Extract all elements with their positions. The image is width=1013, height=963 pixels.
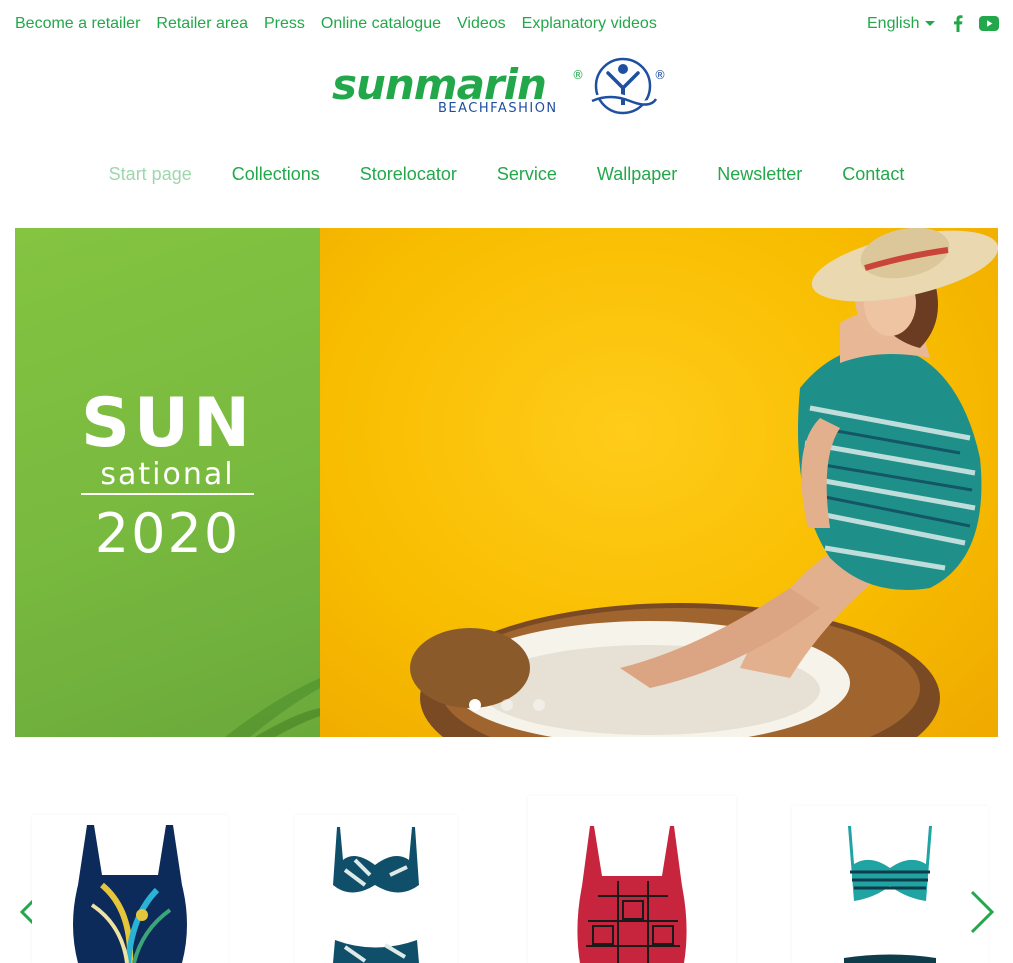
chevron-down-icon xyxy=(925,20,936,26)
nav-newsletter[interactable]: Newsletter xyxy=(717,164,802,184)
product-image xyxy=(844,826,936,963)
hero-photo xyxy=(410,228,998,737)
slider-dot-2[interactable] xyxy=(501,699,513,711)
nav-service[interactable]: Service xyxy=(497,164,557,184)
language-label: English xyxy=(867,15,920,32)
nav-start-page[interactable]: Start page xyxy=(109,164,192,184)
top-link-become-retailer[interactable]: Become a retailer xyxy=(15,15,140,33)
hero-photo-model xyxy=(320,228,998,737)
top-link-videos[interactable]: Videos xyxy=(457,15,506,33)
product-image xyxy=(577,826,687,963)
product-image xyxy=(73,825,187,963)
nav-wallpaper[interactable]: Wallpaper xyxy=(597,164,677,184)
product-card-swimsuit-red[interactable] xyxy=(528,796,736,963)
top-link-explanatory-videos[interactable]: Explanatory videos xyxy=(522,15,657,33)
product-card-bikini-palm[interactable] xyxy=(295,815,457,963)
slider-indicators xyxy=(469,699,545,711)
top-link-online-catalogue[interactable]: Online catalogue xyxy=(321,15,441,33)
main-nav: Start page Collections Storelocator Serv… xyxy=(0,164,1013,184)
logo-registered-mark-2: ® xyxy=(654,68,666,82)
sunmarin-logo[interactable]: sunmarin ® BEACHFASHION ® xyxy=(330,55,670,121)
hero-title-sun: SUN xyxy=(80,384,255,463)
palm-leaf-image xyxy=(225,678,320,737)
nav-collections[interactable]: Collections xyxy=(232,164,320,184)
slider-dot-1[interactable] xyxy=(469,699,481,711)
hero-title-year: 2020 xyxy=(94,502,241,565)
logo-figure-icon xyxy=(591,57,658,115)
top-link-retailer-area[interactable]: Retailer area xyxy=(156,15,248,33)
product-image xyxy=(333,827,419,963)
hero-divider xyxy=(81,493,254,495)
top-bar: Become a retailer Retailer area Press On… xyxy=(0,0,1013,48)
nav-storelocator[interactable]: Storelocator xyxy=(360,164,457,184)
hero-title-sational: sational xyxy=(100,457,235,492)
slider-dot-3[interactable] xyxy=(533,699,545,711)
youtube-icon[interactable] xyxy=(978,14,999,32)
language-dropdown[interactable]: English xyxy=(867,15,936,33)
facebook-icon[interactable] xyxy=(951,14,965,32)
product-card-swimsuit-peacock[interactable] xyxy=(32,815,228,963)
top-links: Become a retailer Retailer area Press On… xyxy=(15,15,657,33)
carousel-next-arrow-icon[interactable] xyxy=(968,890,998,934)
hero-green-panel: SUN sational 2020 xyxy=(15,228,320,737)
product-card-bikini-turquoise[interactable] xyxy=(792,806,988,963)
hero-slider[interactable]: SUN sational 2020 xyxy=(15,228,998,737)
logo-tagline: BEACHFASHION xyxy=(438,101,558,116)
top-link-press[interactable]: Press xyxy=(264,15,305,33)
logo-registered-mark: ® xyxy=(572,68,584,82)
nav-contact[interactable]: Contact xyxy=(842,164,904,184)
